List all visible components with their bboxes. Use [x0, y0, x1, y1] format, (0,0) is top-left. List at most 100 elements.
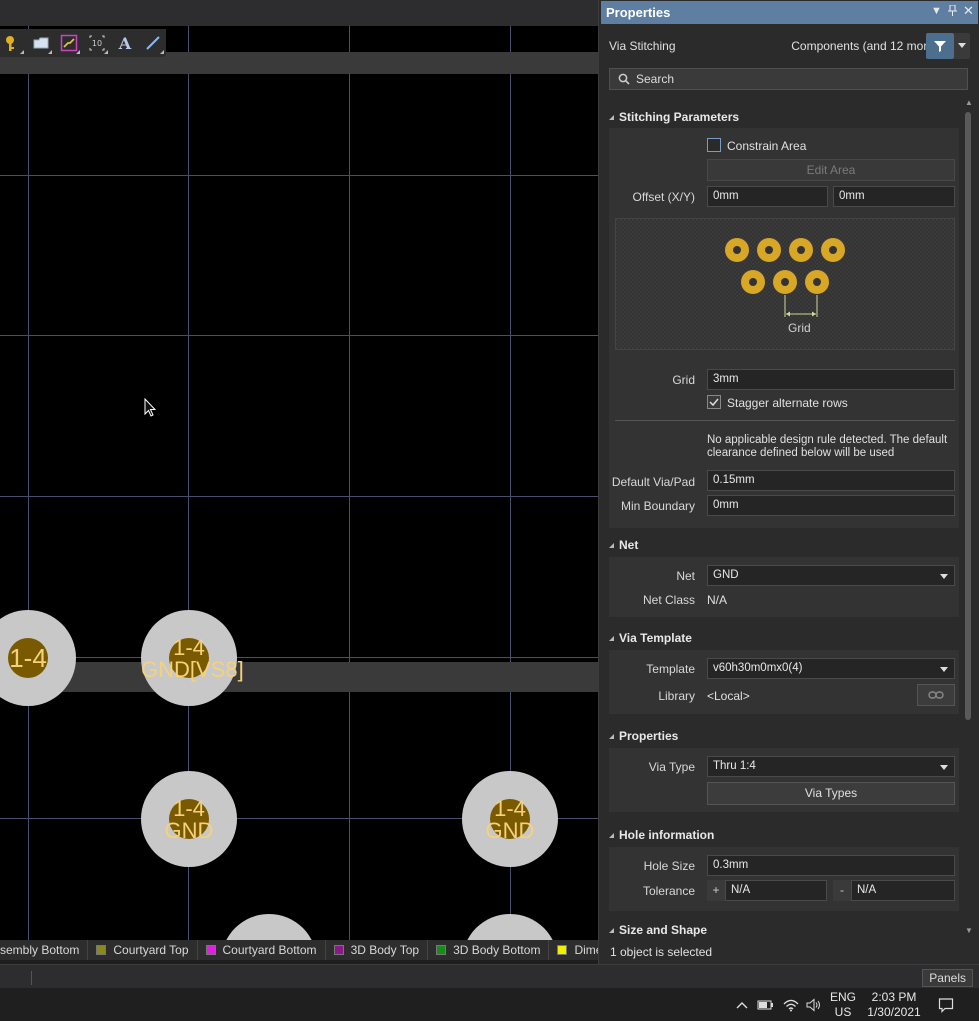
grid-line: [0, 496, 598, 497]
panel-title: Properties: [606, 5, 671, 20]
edit-area-button[interactable]: Edit Area: [707, 159, 955, 181]
text-icon: A: [118, 34, 132, 52]
grid-line: [0, 335, 598, 336]
section-title: Net: [619, 538, 639, 552]
preview-via: [725, 238, 749, 262]
section-hole-header[interactable]: Hole information: [609, 827, 714, 843]
link-icon: [928, 691, 944, 699]
hole-size-label: Hole Size: [643, 859, 695, 873]
grid-dimension-arrow: [784, 295, 818, 317]
language-indicator[interactable]: ENG US: [826, 988, 860, 1021]
context-row: Via Stitching Components (and 12 more): [599, 30, 979, 62]
library-value: <Local>: [707, 689, 750, 703]
filter-button[interactable]: [926, 33, 954, 59]
section-net-header[interactable]: Net: [609, 537, 638, 553]
net-select[interactable]: GND: [707, 565, 955, 586]
search-input[interactable]: [636, 72, 936, 86]
section-properties-header[interactable]: Properties: [609, 728, 678, 744]
object-type-label: Via Stitching: [609, 39, 676, 53]
scroll-thumb[interactable]: [965, 112, 971, 720]
key-button[interactable]: [2, 32, 24, 54]
min-boundary-field[interactable]: 0mm: [707, 495, 955, 516]
layer-name: Courtyard Bottom: [222, 943, 317, 957]
via-label: 1-4: [494, 796, 526, 821]
route-button[interactable]: [58, 32, 80, 54]
link-button[interactable]: [917, 684, 955, 706]
section-via-template-header[interactable]: Via Template: [609, 630, 692, 646]
default-via-field[interactable]: 0.15mm: [707, 470, 955, 491]
tolerance-minus-field[interactable]: N/A: [851, 880, 955, 901]
battery-plug-icon[interactable]: [754, 988, 776, 1021]
status-separator: [31, 971, 32, 985]
clock[interactable]: 2:03 PM 1/30/2021: [862, 988, 926, 1021]
canvas-via[interactable]: 1-4 GND: [141, 771, 237, 867]
layer-name: 3D Body Bottom: [453, 943, 541, 957]
panel-scrollbar[interactable]: ▲ ▼: [965, 98, 973, 936]
offset-y-field[interactable]: 0mm: [833, 186, 955, 207]
via-net-label: GND: [485, 818, 535, 843]
via-types-button[interactable]: Via Types: [707, 782, 955, 805]
search-box[interactable]: [609, 68, 968, 90]
via-net-label: GND: [164, 818, 214, 843]
chevron-up-icon[interactable]: [733, 988, 751, 1021]
filter-icon: [934, 41, 946, 52]
panel-header: Properties ▼ ✕: [601, 1, 978, 24]
selection-status: 1 object is selected: [610, 945, 713, 959]
layer-tab[interactable]: Dimensions: [549, 940, 598, 960]
via-type-select[interactable]: Thru 1:4: [707, 756, 955, 777]
template-select[interactable]: v60h30m0mx0(4): [707, 658, 955, 679]
active-bar-toolbar: 10 A: [0, 29, 166, 57]
layer-tab[interactable]: 3D Body Bottom: [428, 940, 550, 960]
close-icon[interactable]: ✕: [963, 3, 974, 19]
pin-icon[interactable]: [948, 4, 957, 19]
section-title: Properties: [619, 729, 679, 743]
stagger-checkbox[interactable]: [707, 395, 721, 409]
default-via-label: Default Via/Pad: [611, 475, 695, 489]
constrain-area-checkbox[interactable]: [707, 138, 721, 152]
netclass-value: N/A: [707, 593, 728, 607]
layer-tab[interactable]: Courtyard Top: [88, 940, 198, 960]
section-stitching-header[interactable]: Stitching Parameters: [609, 109, 739, 125]
svg-text:10: 10: [92, 39, 102, 48]
rule-note: No applicable design rule detected. The …: [707, 434, 948, 459]
canvas-via[interactable]: 1-4 GND[VS8]: [141, 610, 244, 706]
panels-button[interactable]: Panels: [922, 969, 973, 987]
template-label: Template: [646, 662, 695, 676]
via-net-label: GND[VS8]: [141, 657, 244, 682]
net-label: Net: [676, 569, 695, 583]
canvas-via[interactable]: 1-4 GND: [462, 771, 558, 867]
selection-filter-label: Components (and 12 more): [791, 39, 938, 53]
layer-tab[interactable]: sembly Bottom: [0, 940, 89, 960]
offset-x-field[interactable]: 0mm: [707, 186, 828, 207]
section-title: Hole information: [619, 828, 715, 842]
text-button[interactable]: A: [114, 32, 136, 54]
clock-time: 2:03 PM: [871, 989, 917, 1004]
tolerance-plus-field[interactable]: N/A: [725, 880, 827, 901]
layer-tab[interactable]: Courtyard Bottom: [198, 940, 326, 960]
scroll-up-icon[interactable]: ▲: [965, 98, 973, 107]
grid-line: [349, 26, 350, 960]
tolerance-label: Tolerance: [642, 884, 695, 898]
document-tab-strip: [0, 0, 598, 26]
section-size-shape-header[interactable]: Size and Shape: [609, 922, 707, 938]
layer-swatch: [436, 945, 447, 955]
grid-field[interactable]: 3mm: [707, 369, 955, 390]
volume-icon[interactable]: [803, 988, 825, 1021]
cursor-icon: [144, 398, 157, 417]
text-frame-button[interactable]: 10: [86, 32, 108, 54]
notification-icon[interactable]: [934, 988, 958, 1021]
folder-button[interactable]: [30, 32, 52, 54]
preview-via: [821, 238, 845, 262]
layer-tab[interactable]: 3D Body Top: [326, 940, 429, 960]
offset-label: Offset (X/Y): [632, 190, 695, 204]
pcb-canvas[interactable]: 1-4 1-4 GND[VS8] 1-4 GND 1-4 GND: [0, 26, 598, 960]
netclass-label: Net Class: [642, 593, 695, 607]
preview-via: [805, 270, 829, 294]
hole-size-field[interactable]: 0.3mm: [707, 855, 955, 876]
panel-menu-icon[interactable]: ▼: [931, 5, 942, 17]
line-button[interactable]: [142, 32, 164, 54]
filter-dropdown[interactable]: [954, 33, 970, 59]
wifi-icon[interactable]: [780, 988, 802, 1021]
grid-line: [28, 26, 29, 960]
scroll-down-icon[interactable]: ▼: [965, 926, 973, 935]
